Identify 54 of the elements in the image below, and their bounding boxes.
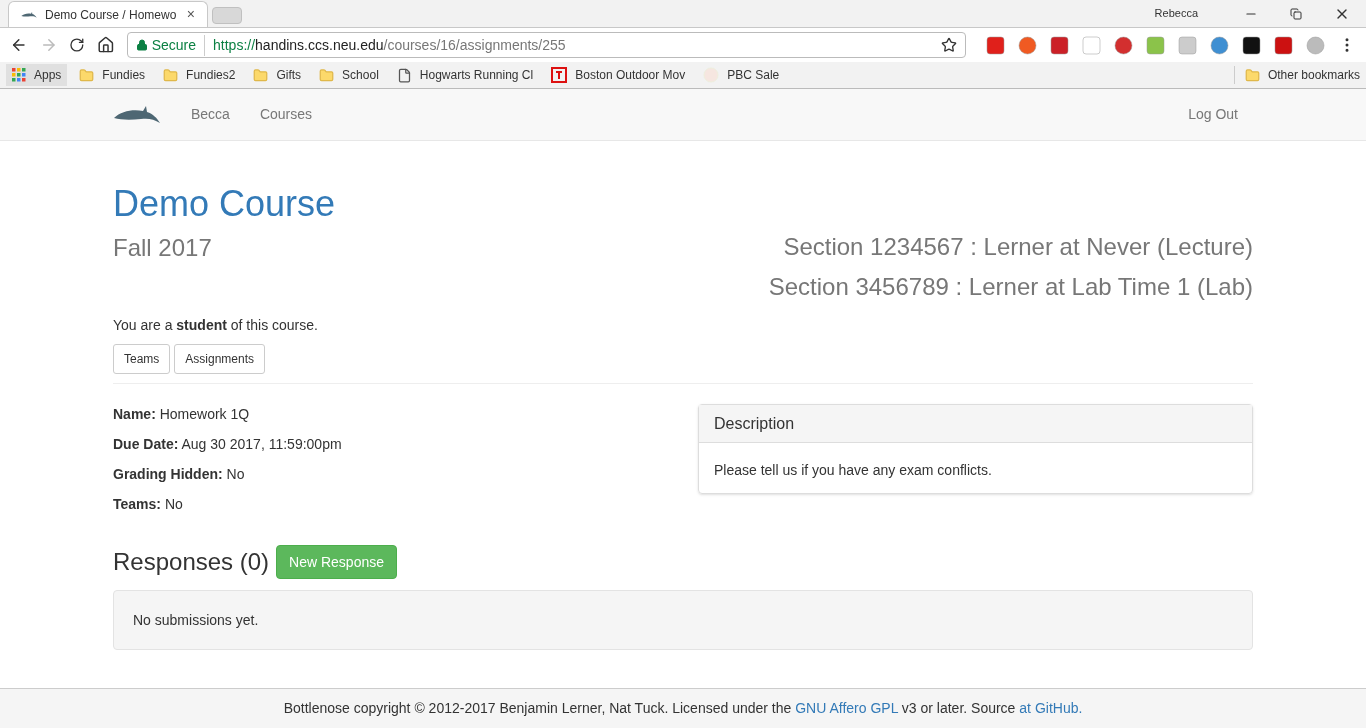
section-heading: Section 1234567 : Lerner at Never (Lecture) xyxy=(783,232,1253,262)
bookmark-star-icon[interactable] xyxy=(941,37,957,53)
nav-link[interactable]: Becca xyxy=(191,104,230,125)
nav-button[interactable]: Teams xyxy=(113,344,171,374)
footer-link[interactable]: GNU Affero GPL xyxy=(795,700,898,716)
folder-icon xyxy=(1244,67,1260,83)
folder-icon xyxy=(79,67,95,83)
folder-icon xyxy=(163,67,179,83)
address-bar[interactable]: Secure https://handins.ccs.neu.edu/courses/16/assignments/255 xyxy=(126,32,966,58)
assignment-field: Grading Hidden: No xyxy=(113,464,698,482)
bookmark-item[interactable]: Boston Outdoor Mov xyxy=(545,64,692,86)
lock-icon xyxy=(135,39,148,51)
nav-link[interactable]: Courses xyxy=(259,104,313,125)
dolphin-logo[interactable] xyxy=(113,104,161,125)
assignment-field: Due Date: Aug 30 2017, 11:59:00pm xyxy=(113,434,698,452)
url-text: https://handins.ccs.neu.edu/courses/16/assignments/255 xyxy=(212,35,566,55)
extension-icon[interactable] xyxy=(1242,35,1261,55)
folder-icon xyxy=(319,67,335,83)
nav-button[interactable]: Assignments xyxy=(174,344,266,374)
page-icon xyxy=(396,67,412,83)
home-icon[interactable] xyxy=(97,36,115,54)
footer-link[interactable]: at GitHub. xyxy=(1019,700,1083,716)
bookmark-item[interactable]: Apps xyxy=(6,64,68,86)
bookmark-item[interactable]: Hogwarts Running Cl xyxy=(390,64,540,86)
footer-text: Bottlenose copyright © 2012-2017 Benjamin Lerner, Nat Tuck. Licensed under the GNU Affero GPL v3 or later. Source at GitHub. xyxy=(283,699,1083,718)
folder-icon xyxy=(253,67,269,83)
course-title: Demo Course xyxy=(113,182,337,226)
restore-icon[interactable] xyxy=(1290,7,1302,20)
bookmark-item[interactable]: Gifts xyxy=(247,64,308,86)
assignment-field: Name: Homework 1Q xyxy=(113,404,698,422)
back-icon[interactable] xyxy=(10,36,28,54)
panel-heading: Description xyxy=(699,405,1252,443)
browser-tab[interactable]: Demo Course / Homewo × xyxy=(8,1,208,27)
assignment-field: Teams: No xyxy=(113,494,698,512)
reload-icon[interactable] xyxy=(69,37,85,53)
bookmark-item[interactable]: Fundies2 xyxy=(157,64,242,86)
description-text: Please tell us if you have any exam conflicts. xyxy=(713,461,993,480)
logout-link[interactable]: Log Out xyxy=(1188,104,1238,125)
bookmark-item[interactable]: Fundies xyxy=(73,64,152,86)
square-logo-icon xyxy=(551,67,568,83)
section-heading: Section 3456789 : Lerner at Lab Time 1 (Lab) xyxy=(768,272,1253,302)
dolphin-icon xyxy=(21,10,37,19)
tab-title: Demo Course / Homewo xyxy=(45,6,178,24)
bookmark-item[interactable]: School xyxy=(313,64,385,86)
secure-label: Secure xyxy=(151,34,206,56)
role-text: You are a student of this course. xyxy=(113,316,319,335)
submissions-well: No submissions yet. xyxy=(113,590,1253,650)
tab-close-button[interactable]: × xyxy=(186,4,195,25)
course-term: Fall 2017 xyxy=(113,233,212,263)
profile-name[interactable]: Rebecca xyxy=(1154,5,1198,22)
responses-heading: Responses (0) xyxy=(113,547,270,577)
apps-grid-icon xyxy=(12,68,26,82)
bookmark-item[interactable]: PBC Sale xyxy=(697,64,786,86)
bookmark-item[interactable]: Other bookmarks xyxy=(1233,66,1360,84)
